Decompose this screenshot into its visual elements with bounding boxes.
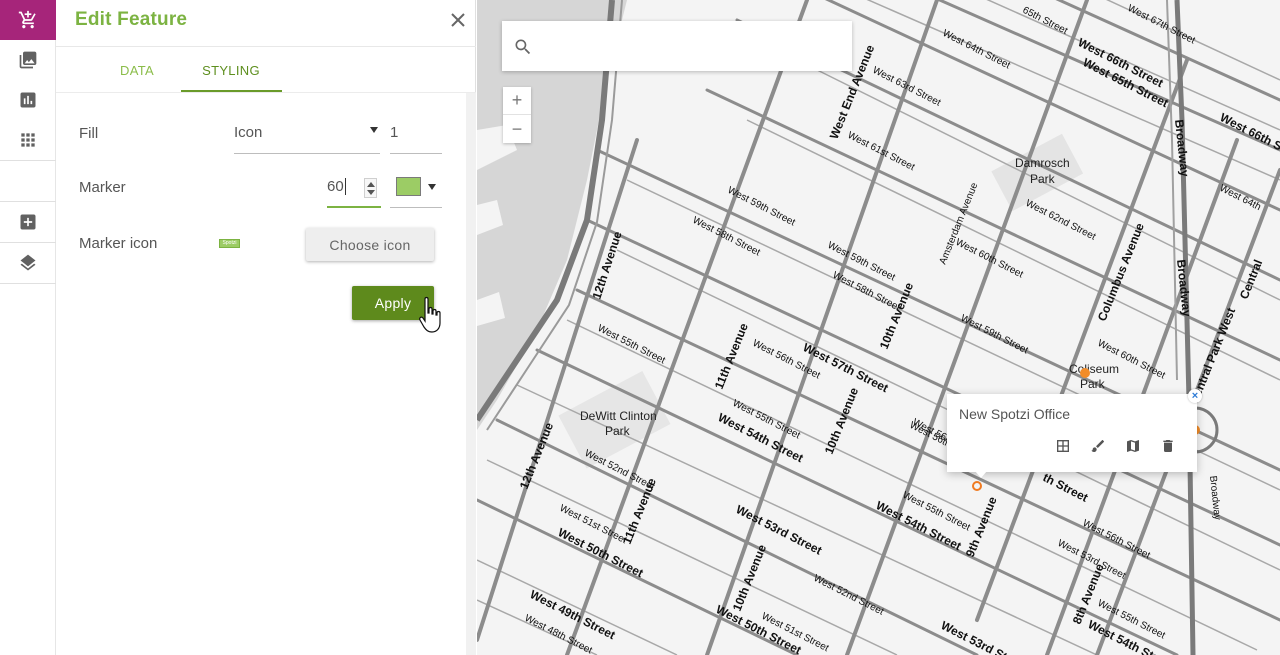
park-label: Damrosch: [1015, 156, 1070, 170]
street-label: West 64th Street: [941, 28, 1012, 72]
map-marker[interactable]: [972, 481, 982, 491]
spinner-down-icon[interactable]: [367, 190, 375, 195]
marker-label: Marker: [79, 179, 126, 196]
avenue-label: Broadway: [1207, 475, 1223, 520]
marker-size-input[interactable]: 60: [327, 168, 381, 208]
add-layer-button[interactable]: [0, 202, 56, 242]
street-label: West 67th Street: [1126, 3, 1197, 47]
popup-title: New Spotzi Office: [959, 406, 1071, 422]
fill-number-value: 1: [390, 124, 399, 141]
marker-color-picker[interactable]: [390, 168, 442, 208]
layers-button[interactable]: [0, 243, 56, 283]
add-box-icon: [20, 214, 36, 230]
street-label: West 60th Street: [954, 237, 1025, 281]
park-label: Park: [1030, 172, 1056, 186]
panel-title: Edit Feature: [75, 9, 188, 30]
avenue-label: 12th Avenue: [517, 420, 556, 491]
hand-cursor-icon: [419, 296, 441, 333]
image-icon: [19, 51, 37, 69]
tab-data[interactable]: DATA: [87, 47, 187, 93]
rail-divider: [0, 160, 56, 161]
feature-popup: New Spotzi Office: [947, 394, 1197, 472]
edit-style-button[interactable]: [1088, 436, 1108, 456]
brush-icon: [1091, 440, 1104, 452]
close-icon: [451, 13, 465, 27]
street-label: 65th Street: [1021, 5, 1070, 37]
tab-divider: [56, 92, 476, 93]
zoom-control: + −: [503, 87, 531, 143]
add-to-cart-button[interactable]: [0, 0, 56, 40]
spinner-up-icon[interactable]: [367, 182, 375, 187]
street-label: West 59th Street: [959, 313, 1030, 357]
grid-button[interactable]: [0, 120, 56, 160]
add-to-cart-icon: [18, 10, 36, 29]
marker-icon-preview: Spotzi: [219, 239, 240, 248]
chart-icon: [20, 92, 36, 108]
edit-feature-panel: Edit Feature DATA STYLING Fill Icon 1 Ma…: [56, 0, 476, 655]
marker-size-value: 60: [327, 178, 344, 195]
fill-number-field[interactable]: 1: [390, 112, 442, 154]
choose-icon-button[interactable]: Choose icon: [306, 228, 434, 261]
street-map: 65th Street West 64th Street West 63rd S…: [477, 0, 1280, 655]
color-swatch: [396, 177, 421, 196]
text-caret: [345, 178, 346, 195]
layers-icon: [20, 254, 36, 271]
street-label: West 61st Street: [846, 130, 917, 173]
grid-icon: [21, 133, 35, 147]
scrollbar[interactable]: [466, 93, 476, 655]
park-label: DeWitt Clinton: [580, 409, 657, 423]
view-table-button[interactable]: [1053, 436, 1073, 456]
map-marker[interactable]: [1080, 368, 1090, 378]
street-label: West 53rd Street: [939, 618, 1030, 655]
map-view[interactable]: 65th Street West 64th Street West 63rd S…: [477, 0, 1280, 655]
close-button[interactable]: [447, 9, 469, 31]
avenue-label: Broadway: [1172, 119, 1192, 178]
search-icon: [515, 39, 531, 55]
fill-type-select[interactable]: Icon: [234, 112, 380, 154]
park-label: Park: [605, 424, 631, 438]
delete-button[interactable]: [1158, 436, 1178, 456]
table-icon: [1057, 440, 1069, 452]
park-label: Coliseum: [1069, 362, 1119, 376]
zoom-out-button[interactable]: −: [503, 115, 531, 143]
tab-styling[interactable]: STYLING: [181, 47, 281, 93]
dropdown-arrow-icon: [428, 184, 436, 190]
popup-close-button[interactable]: ×: [1188, 389, 1202, 403]
images-button[interactable]: [0, 40, 56, 80]
street-label: West 53rd Street: [734, 502, 825, 557]
marker-icon-label: Marker icon: [79, 235, 158, 252]
delete-icon: [1163, 440, 1173, 452]
charts-button[interactable]: [0, 80, 56, 120]
map-icon: [1127, 440, 1139, 452]
street-label: West 55th Street: [596, 323, 667, 367]
avenue-label: Central: [1237, 258, 1265, 302]
number-spinner[interactable]: [364, 178, 377, 198]
popup-pointer: [975, 471, 987, 478]
map-search-box[interactable]: [502, 21, 852, 71]
zoom-in-button[interactable]: +: [503, 87, 531, 115]
fill-label: Fill: [79, 125, 99, 142]
park-label: Park: [1080, 377, 1106, 391]
sidebar-rail: [0, 0, 56, 655]
dropdown-arrow-icon: [370, 127, 378, 133]
view-map-button[interactable]: [1123, 436, 1143, 456]
fill-type-value: Icon: [234, 124, 263, 141]
street-label: West 59th Street: [726, 185, 797, 229]
avenue-label: 8th Avenue: [1070, 561, 1107, 626]
rail-divider: [0, 283, 56, 284]
avenue-label: 12th Avenue: [590, 229, 625, 301]
